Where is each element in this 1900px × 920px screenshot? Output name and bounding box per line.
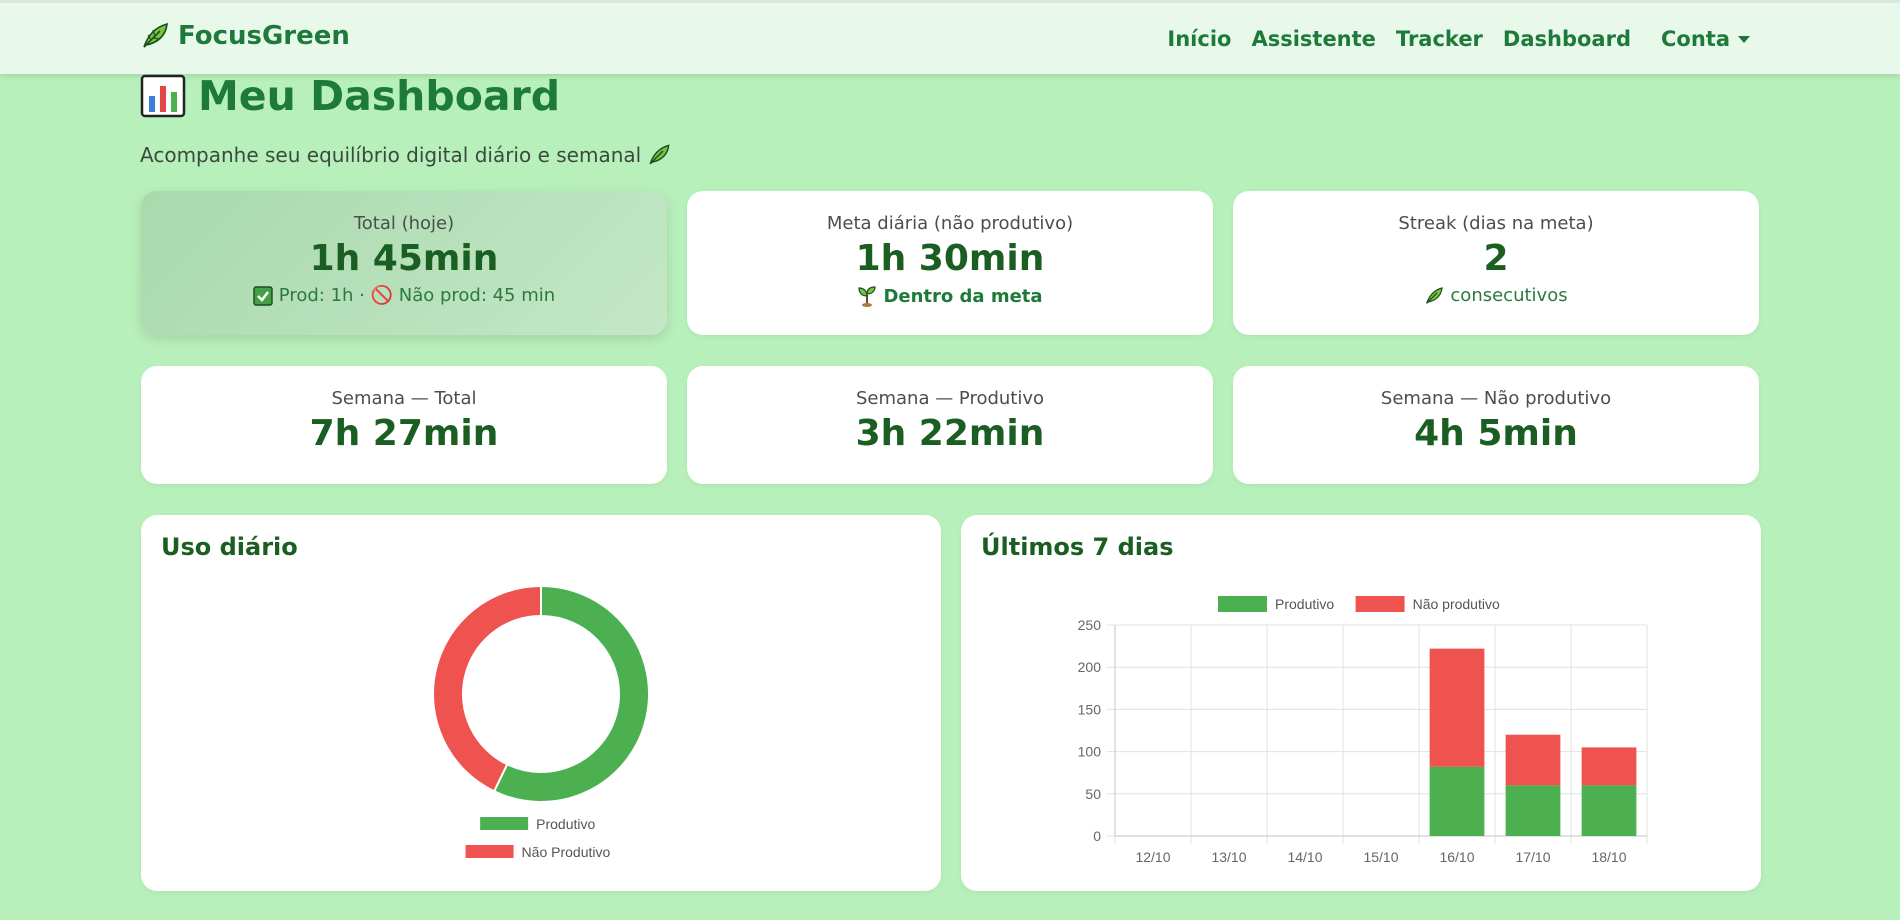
breakdown-text: Prod: 1h · 🚫 Não prod: 45 min bbox=[278, 285, 556, 306]
week-productive-card: Semana — Produtivo 3h 22min bbox=[687, 366, 1213, 484]
stat-label: Semana — Não produtivo bbox=[1380, 388, 1612, 409]
goal-status-text: Dentro da meta bbox=[883, 285, 1043, 307]
page-subtitle: Acompanhe seu equilíbrio digital diário … bbox=[140, 143, 671, 167]
stat-value: 1h 30min bbox=[855, 238, 1045, 279]
account-label: Conta bbox=[1661, 27, 1730, 51]
nav-link-dashboard[interactable]: Dashboard bbox=[1503, 27, 1631, 51]
y-tick-label: 200 bbox=[1078, 659, 1102, 675]
nav-link-assistente[interactable]: Assistente bbox=[1251, 27, 1375, 51]
week-nonproductive-card: Semana — Não produtivo 4h 5min bbox=[1233, 366, 1759, 484]
bar-segment[interactable] bbox=[1505, 785, 1561, 836]
stat-value: 3h 22min bbox=[855, 413, 1045, 454]
donut-chart: Produtivo Não Produtivo bbox=[432, 584, 650, 860]
bar-segment[interactable] bbox=[1429, 766, 1485, 836]
leaf-icon bbox=[143, 22, 168, 48]
leaf-icon bbox=[1426, 286, 1444, 304]
x-tick-label: 16/10 bbox=[1439, 849, 1474, 865]
bar-segment[interactable] bbox=[1581, 785, 1637, 836]
legend-label: Produtivo bbox=[1275, 596, 1334, 612]
streak-foot: consecutivos bbox=[1233, 285, 1759, 306]
subtitle-text: Acompanhe seu equilíbrio digital diário … bbox=[140, 143, 642, 167]
legend-swatch bbox=[465, 845, 514, 858]
page-title: Meu Dashboard bbox=[140, 72, 560, 120]
navbar: FocusGreen Início Assistente Tracker Das… bbox=[0, 0, 1900, 74]
stat-label: Semana — Total bbox=[331, 388, 477, 409]
stat-label: Semana — Produtivo bbox=[855, 388, 1045, 409]
weekly-usage-card: Últimos 7 dias 0 50 100 150 200 250 12/10 13/10… bbox=[961, 515, 1761, 891]
donut-slice-1[interactable] bbox=[432, 584, 542, 793]
streak-foot-text: consecutivos bbox=[1450, 285, 1568, 306]
nav-link-inicio[interactable]: Início bbox=[1167, 27, 1231, 51]
y-tick-label: 50 bbox=[1085, 786, 1101, 802]
x-tick-label: 17/10 bbox=[1515, 849, 1550, 865]
stat-value: 1h 45min bbox=[309, 238, 499, 279]
bar-chart: 0 50 100 150 200 250 12/10 13/10 14/10 15/10 16/10… bbox=[1078, 596, 1648, 865]
y-tick-label: 0 bbox=[1093, 828, 1101, 844]
legend-label: Não Produtivo bbox=[522, 844, 611, 860]
x-tick-label: 18/10 bbox=[1591, 849, 1626, 865]
x-tick-label: 15/10 bbox=[1363, 849, 1398, 865]
x-tick-label: 12/10 bbox=[1135, 849, 1170, 865]
legend-swatch bbox=[1355, 596, 1405, 612]
stat-value: 4h 5min bbox=[1414, 413, 1578, 454]
nav-link-tracker[interactable]: Tracker bbox=[1396, 27, 1483, 51]
sprout-icon bbox=[858, 286, 877, 307]
check-icon bbox=[253, 285, 273, 306]
bar-segment[interactable] bbox=[1429, 648, 1485, 767]
y-tick-label: 250 bbox=[1078, 617, 1102, 633]
legend-label: Produtivo bbox=[536, 816, 595, 832]
today-total-card: Total (hoje) 1h 45min Prod: 1h · 🚫 Não p… bbox=[141, 191, 667, 335]
bar-segment[interactable] bbox=[1581, 747, 1637, 786]
stat-value: 7h 27min bbox=[309, 413, 499, 454]
account-dropdown[interactable]: Conta bbox=[1661, 27, 1750, 51]
stat-label: Streak (dias na meta) bbox=[1398, 213, 1594, 234]
brand-logo[interactable]: FocusGreen bbox=[140, 21, 350, 51]
nav-links: Início Assistente Tracker Dashboard Cont… bbox=[1167, 27, 1750, 51]
x-tick-label: 13/10 bbox=[1211, 849, 1246, 865]
stat-value: 2 bbox=[1483, 238, 1509, 279]
week-total-card: Semana — Total 7h 27min bbox=[141, 366, 667, 484]
x-tick-label: 14/10 bbox=[1287, 849, 1322, 865]
bar-chart-icon bbox=[140, 74, 186, 118]
legend-swatch bbox=[480, 817, 529, 830]
y-tick-label: 100 bbox=[1078, 744, 1102, 760]
stat-label: Total (hoje) bbox=[353, 213, 455, 234]
daily-usage-card: Uso diário Produtivo Não Produtivo bbox=[141, 515, 941, 891]
leaf-icon bbox=[649, 144, 670, 165]
y-tick-label: 150 bbox=[1078, 701, 1102, 717]
goal-status: Dentro da meta bbox=[687, 285, 1213, 307]
chevron-down-icon bbox=[1738, 35, 1750, 43]
today-breakdown: Prod: 1h · 🚫 Não prod: 45 min bbox=[141, 285, 667, 306]
streak-card: Streak (dias na meta) 2 consecutivos bbox=[1233, 191, 1759, 335]
page-title-text: Meu Dashboard bbox=[198, 72, 561, 120]
stat-label: Meta diária (não produtivo) bbox=[826, 213, 1074, 234]
legend-label: Não produtivo bbox=[1413, 596, 1500, 612]
brand-name: FocusGreen bbox=[178, 21, 350, 51]
today-goal-card: Meta diária (não produtivo) 1h 30min Den… bbox=[687, 191, 1213, 335]
legend-swatch bbox=[1218, 596, 1267, 612]
bar-segment[interactable] bbox=[1505, 734, 1561, 786]
